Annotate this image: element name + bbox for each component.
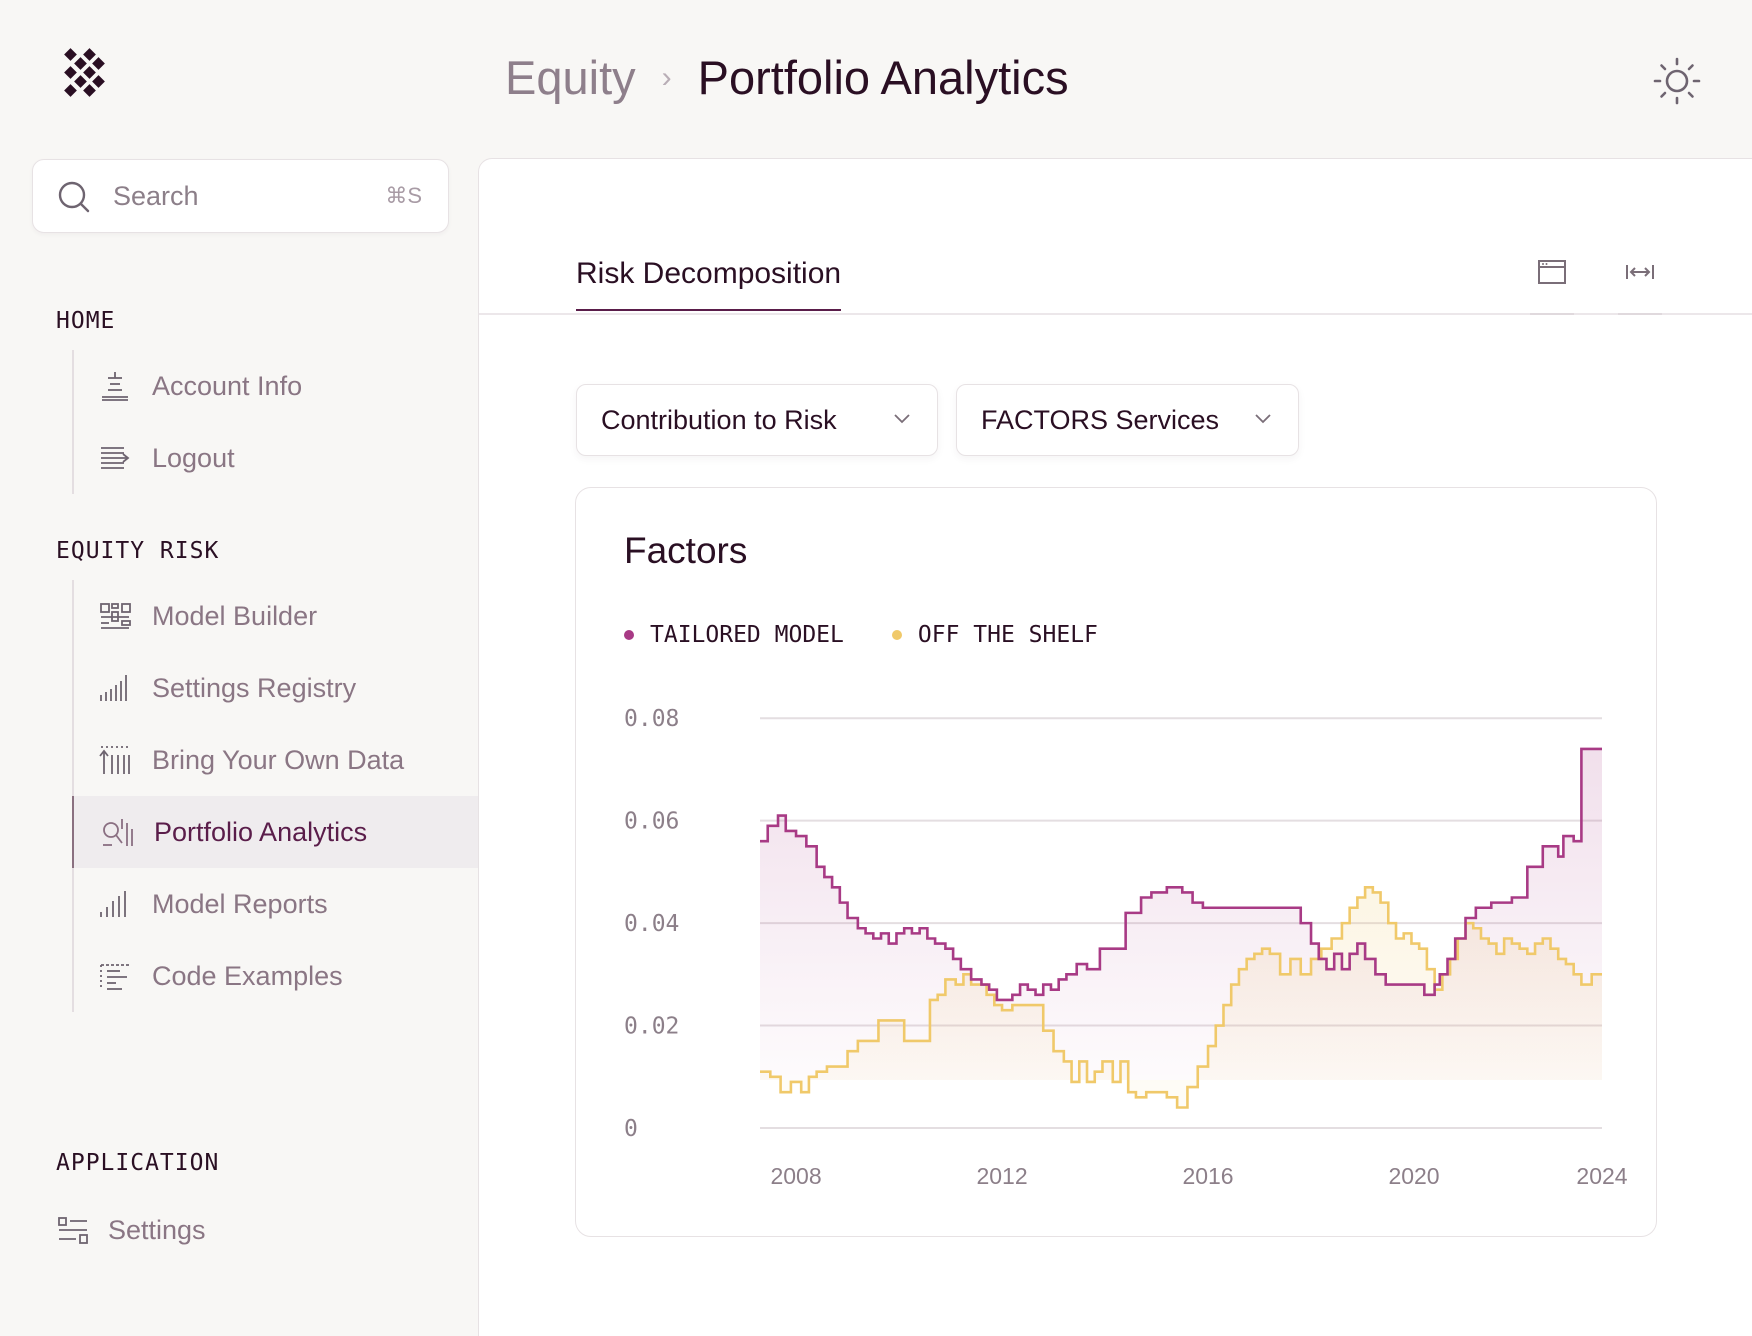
search-placeholder: Search — [113, 180, 199, 211]
window-view-button[interactable] — [1530, 259, 1574, 315]
x-tick-label: 2012 — [976, 1163, 1027, 1189]
portfolio-analytics-icon — [103, 819, 133, 846]
search-input[interactable]: Search ⌘S — [32, 159, 449, 233]
sidebar-item-logout[interactable]: Logout — [72, 422, 480, 494]
dropdown-label: Contribution to Risk — [601, 404, 837, 435]
expand-width-icon — [1626, 265, 1654, 279]
sidebar-item-model-builder[interactable]: Model Builder — [72, 580, 480, 652]
chevron-down-icon — [894, 414, 910, 424]
section-heading-home: HOME — [56, 308, 116, 334]
factors-chart-card: Factors TAILORED MODEL OFF THE SHELF 0 0.… — [575, 487, 1657, 1237]
y-tick-label: 0.06 — [624, 809, 679, 835]
page-title: Portfolio Analytics — [697, 51, 1069, 104]
dropdown-label: FACTORS Services — [981, 404, 1220, 435]
y-tick-label: 0.08 — [624, 706, 679, 732]
sidebar-item-label: Account Info — [152, 370, 303, 401]
search-icon — [58, 181, 90, 213]
section-heading-application: APPLICATION — [56, 1150, 220, 1176]
sidebar-item-label: Settings Registry — [152, 672, 357, 703]
settings-registry-icon — [100, 675, 127, 701]
factors-line-chart[interactable]: 0 0.02 0.04 0.06 0.08 2008 2012 2016 2020 2024 — [576, 488, 1658, 1238]
y-tick-label: 0 — [624, 1116, 638, 1142]
sidebar-item-label: Code Examples — [152, 960, 343, 991]
sidebar-item-label: Logout — [152, 442, 235, 473]
app-logo-icon[interactable] — [60, 48, 106, 102]
upload-data-icon — [99, 746, 130, 774]
search-shortcut: ⌘S — [385, 183, 422, 208]
breadcrumb: Equity › Portfolio Analytics — [505, 50, 1069, 105]
main-panel: Risk Decomposition Contribution to Risk … — [478, 158, 1752, 1336]
x-tick-label: 2024 — [1576, 1163, 1627, 1189]
chevron-right-icon: › — [661, 60, 672, 94]
logout-icon — [101, 447, 130, 469]
sidebar-item-settings-registry[interactable]: Settings Registry — [72, 652, 480, 724]
sidebar-item-label: Model Reports — [152, 888, 328, 919]
sidebar-item-label: Portfolio Analytics — [154, 816, 368, 847]
y-tick-label: 0.02 — [624, 1014, 679, 1040]
chevron-down-icon — [1255, 414, 1271, 424]
code-examples-icon — [100, 964, 129, 990]
sidebar-item-bring-your-own-data[interactable]: Bring Your Own Data — [72, 724, 480, 796]
theme-toggle-sun-icon[interactable] — [1652, 56, 1702, 106]
y-tick-label: 0.04 — [624, 911, 679, 937]
account-info-icon — [102, 372, 128, 401]
expand-width-button[interactable] — [1618, 259, 1662, 315]
contribution-dropdown[interactable]: Contribution to Risk — [576, 384, 938, 456]
window-icon — [1538, 260, 1566, 284]
x-tick-label: 2016 — [1182, 1163, 1233, 1189]
model-builder-icon — [100, 603, 131, 629]
sidebar-item-portfolio-analytics[interactable]: Portfolio Analytics — [72, 796, 480, 868]
sidebar-item-label: Settings — [108, 1214, 206, 1245]
model-reports-icon — [100, 891, 126, 917]
sidebar-item-label: Bring Your Own Data — [152, 744, 405, 775]
x-tick-label: 2008 — [770, 1163, 821, 1189]
factors-dropdown[interactable]: FACTORS Services — [956, 384, 1299, 456]
sidebar-item-account-info[interactable]: Account Info — [72, 350, 480, 422]
x-tick-label: 2020 — [1388, 1163, 1439, 1189]
sidebar-item-settings[interactable]: Settings — [56, 1200, 206, 1260]
settings-icon — [58, 1217, 88, 1244]
section-heading-equity-risk: EQUITY RISK — [56, 538, 220, 564]
sidebar-item-label: Model Builder — [152, 600, 318, 631]
sidebar-item-model-reports[interactable]: Model Reports — [72, 868, 480, 940]
sidebar-item-code-examples[interactable]: Code Examples — [72, 940, 480, 1012]
breadcrumb-parent[interactable]: Equity — [505, 50, 636, 105]
tab-risk-decomposition[interactable]: Risk Decomposition — [576, 257, 842, 311]
